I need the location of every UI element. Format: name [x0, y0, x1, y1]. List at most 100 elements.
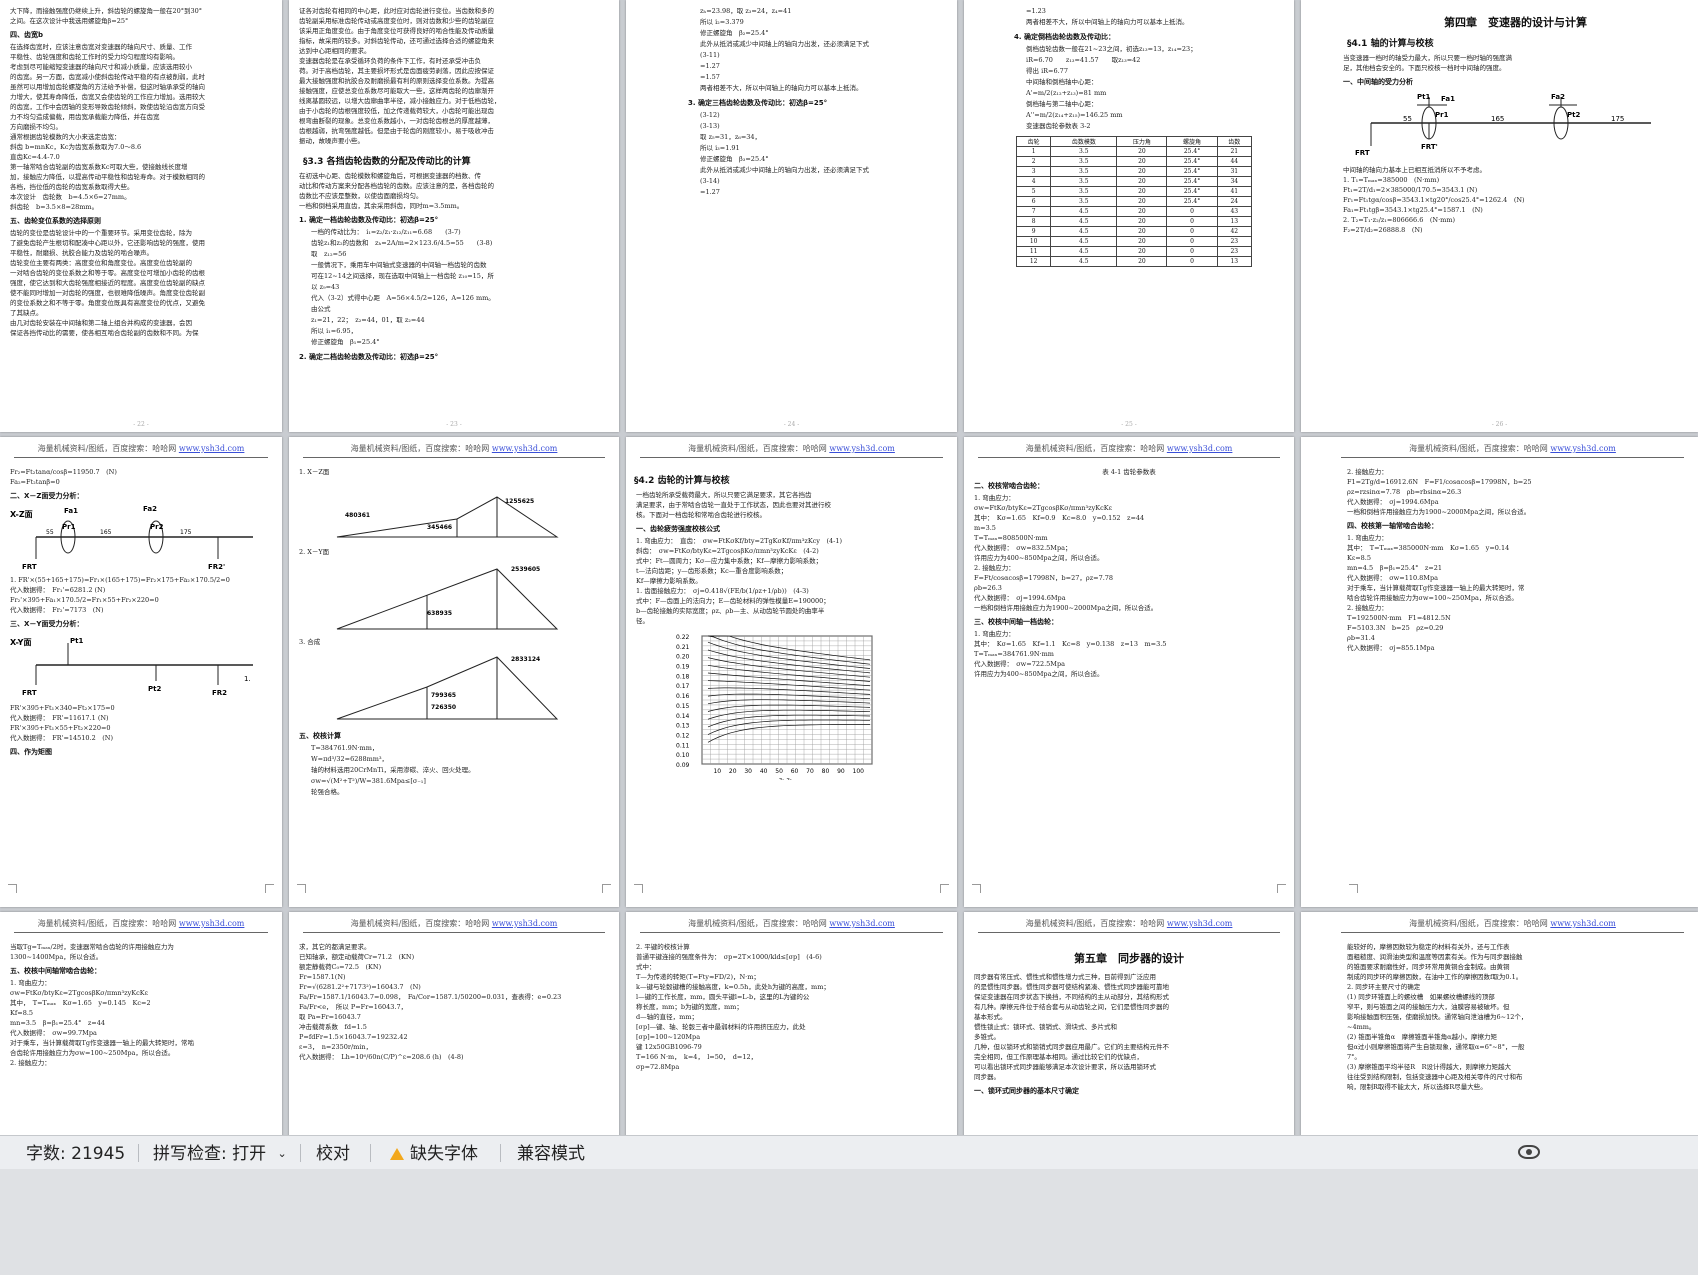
compat-mode-button[interactable]: 兼容模式 — [517, 1143, 585, 1165]
page-watermark: 海量机械资料/图纸，百度搜索：哈哈网 www.ysh3d.com — [640, 912, 943, 933]
text-line: 二、校核常啮合齿轮： — [974, 482, 1044, 490]
text-line: Ft₁=2T/d₁=2×385000/170.5=3543.1 (N) — [1343, 186, 1478, 194]
page-text: 五、校核计算 T=384761.9N·mm， W=πd³/32=6288mm³， 轴的… — [297, 731, 611, 798]
text-line: 根弯曲断裂的现象。总变位系数越小，一对齿轮齿根总的厚度越薄， — [299, 117, 494, 125]
text-line: 取 Pa=Fr=16043.7 — [299, 1013, 361, 1021]
table-cell: 3.5 — [1050, 146, 1118, 157]
text-line: 修正螺旋角 β₂=25.4° — [700, 29, 769, 37]
document-page-13[interactable]: 海量机械资料/图纸，百度搜索：哈哈网 www.ysh3d.com 2. 平键的校… — [626, 912, 957, 1142]
text-line: 制成的同步环的摩擦因数，在油中工作的摩擦因数f取为0.1。 — [1347, 973, 1523, 981]
text-line: T=192500N·mm F1=4812.5N — [1347, 614, 1451, 622]
word-count-button[interactable]: 字数: 21945 — [26, 1143, 125, 1165]
item-heading: 1. 确定一档齿轮齿数及传动比：初选β=25° — [299, 216, 439, 224]
document-page-9[interactable]: 海量机械资料/图纸，百度搜索：哈哈网 www.ysh3d.com 表 4-1 齿… — [964, 437, 1294, 907]
diagram-label: Pt1 — [70, 637, 83, 645]
text-line: 同步器。 — [974, 1073, 1000, 1081]
document-page-14[interactable]: 海量机械资料/图纸，百度搜索：哈哈网 www.ysh3d.com 第五章 同步器… — [964, 912, 1294, 1142]
page-text: 中间轴的轴向力基本上已相互抵消所以不予考虑。 1. T₁=Tₘₐₓ=385000 … — [1341, 165, 1690, 235]
table-cell: 2 — [1015, 156, 1052, 167]
x-tick-label: 40 — [760, 768, 768, 775]
text-line: 一档和倒档采用直齿，其余采用斜齿，同时m=3.5mm。 — [299, 202, 464, 210]
table-cell: 34 — [1216, 176, 1253, 187]
table-cell: 43 — [1216, 206, 1253, 217]
text-line: z₁=21，22； z₂=44，01，取 z₂=44 — [311, 316, 425, 324]
page-text: zₕ=23.98，取 z₃=24，z₄=41 所以 i₂=3.379 修正螺旋角 β… — [686, 6, 949, 426]
text-line: 代入数据得： Fr₁'=6281.2 (N) — [10, 586, 106, 594]
text-line: (3-12) — [700, 111, 720, 119]
text-line: 一档的传动比为： i₁=z₂/z₁·z₁₂/z₁₁=6.68 (3-7) — [311, 228, 461, 236]
table-cell: 13 — [1216, 216, 1253, 227]
x-tick-label: 20 — [729, 768, 737, 775]
document-page-grid: 大下降，而接触强度仍继续上升，斜齿轮的螺旋角一般在20°到30° 之间。在这次设计… — [0, 0, 1698, 1255]
text-line: 有几种。摩擦元件位于结合套与从动齿轮之间，它们是惯性同步器的 — [974, 1003, 1169, 1011]
moment-value: 2833124 — [511, 656, 540, 663]
document-page-6[interactable]: 海量机械资料/图纸，百度搜索：哈哈网 www.ysh3d.com Fr₂=Ft₂… — [0, 437, 282, 907]
proofread-button[interactable]: 校对 — [316, 1143, 350, 1165]
table-cell: 4.5 — [1050, 216, 1118, 227]
text-line: 一档齿轮所承受载荷最大，所以只要它满足要求，其它各挡齿 — [636, 491, 812, 499]
text-line: 的变位系数之和不等于零。角度变位既具有高度变位的优点，又避免 — [10, 299, 205, 307]
xz-moment-diagram: 480361 345466 1255625 — [336, 496, 559, 538]
table-cell: 13 — [1216, 256, 1253, 267]
text-line: W=πd³/32=6288mm³， — [311, 755, 389, 763]
table-row: 12 4.5 20 0 13 — [1015, 256, 1253, 267]
text-line: 2. 同步环主要尺寸的确定 — [1347, 983, 1421, 991]
form-factor-curve — [707, 693, 871, 700]
section-heading: §4.1 轴的计算与校核 — [1347, 39, 1434, 49]
text-line: 一、锁环式同步器的基本尺寸确定 — [974, 1087, 1079, 1095]
page-watermark: 海量机械资料/图纸，百度搜索：哈哈网 www.ysh3d.com — [978, 912, 1280, 933]
text-line: 第一轴常啮合齿轮副的齿宽系数Kc可取大些，使接触线长度增 — [10, 163, 188, 171]
text-line: 1. 弯曲应力： — [974, 630, 1015, 638]
text-line: d—轴的直径，mm； — [636, 1013, 698, 1021]
text-line: b—齿轮接触的实际宽度；ρz、ρb—主、从动齿轮节圆处的曲率半 — [636, 607, 825, 615]
text-line: 已知轴承，额定动载荷Cr=71.2 (KN) — [299, 953, 415, 961]
chapter-title: 第五章 同步器的设计 — [1074, 952, 1184, 965]
text-line: 当变速器一档时的轴受力最大，所以只要一档时轴的强度满 — [1343, 54, 1512, 62]
document-page-7[interactable]: 海量机械资料/图纸，百度搜索：哈哈网 www.ysh3d.com 1. X－Z面… — [289, 437, 619, 907]
text-line: 的锥面要求耐磨性好，同步环常用黄铜合金制成。由黄铜 — [1347, 963, 1510, 971]
eye-icon[interactable] — [1518, 1145, 1540, 1159]
document-page-10[interactable]: 海量机械资料/图纸，百度搜索：哈哈网 www.ysh3d.com 2. 接触应力… — [1301, 437, 1698, 907]
text-line: 斜齿： σw=FtKσ/btyKε=2TgcosβKσ/πmn³zyKcKε (… — [636, 547, 819, 555]
text-line: 代入数据得： Fr₂'=7173 (N) — [10, 606, 104, 614]
text-line: T=Tₘₐₓ=384761.9N·mm — [974, 650, 1054, 658]
text-line: 其中： Kσ=1.65 Kf=1.1 Kc=8 y=0.138 z=13 m=3… — [974, 640, 1167, 648]
document-page-5[interactable]: 第四章 变速器的设计与计算 §4.1 轴的计算与校核 当变速器一档时的轴受力最大… — [1301, 0, 1698, 432]
text-line: Fr₂'×395+Fa₁×170.5/2=Fr₁×55+Fr₂×220=0 — [10, 596, 159, 604]
text-line: Fr=√(6281.2²+7173²)=16043.7 (N) — [299, 983, 421, 991]
y-tick-label: 0.19 — [676, 664, 690, 671]
document-page-3[interactable]: zₕ=23.98，取 z₃=24，z₄=41 所以 i₂=3.379 修正螺旋角 β… — [626, 0, 957, 432]
text-line: 四、校核第一轴常啮合齿轮： — [1347, 522, 1438, 530]
text-line: 满足要求，由于常啮合齿轮一直处于工作状态，因此也要对其进行校 — [636, 501, 831, 509]
text-line: 代入数据得： σj=1994.6Mpa — [1347, 498, 1439, 506]
document-page-1[interactable]: 大下降，而接触强度仍继续上升，斜齿轮的螺旋角一般在20°到30° 之间。在这次设计… — [0, 0, 282, 432]
text-line: (3-11) — [700, 51, 720, 59]
table-cell: 0 — [1166, 216, 1218, 227]
text-line: 此外从抵消或减少中间轴上的轴向力出发，还必须满足下式 — [700, 40, 869, 48]
spell-check-button[interactable]: 拼写检查: 打开 ⌄ — [153, 1143, 287, 1165]
text-line: 式中： — [636, 963, 656, 971]
table-row: 2 3.5 20 25.4° 44 — [1015, 156, 1253, 167]
item-heading: 2. 确定二档齿轮齿数及传动比：初选β=25° — [299, 353, 439, 361]
text-line: FR'×395+Ft₁×55+Ft₂×220=0 — [10, 724, 111, 732]
table-header-cell: 螺旋角 — [1166, 136, 1218, 147]
text-line: 对于乘车，当计算载荷取Tg作变速器一轴上的最大转矩时，常啮 — [10, 1039, 194, 1047]
document-page-15[interactable]: 海量机械资料/图纸，百度搜索：哈哈网 www.ysh3d.com 能较好的，摩擦… — [1301, 912, 1698, 1142]
document-page-11[interactable]: 海量机械资料/图纸，百度搜索：哈哈网 www.ysh3d.com 当取Tg=Tₘ… — [0, 912, 282, 1142]
missing-fonts-button[interactable]: 缺失字体 — [390, 1143, 478, 1165]
table-cell: 3.5 — [1050, 176, 1118, 187]
document-page-4[interactable]: =1.23 两者相差不大，所以中间轴上的轴向力可以基本上抵消。 4. 确定倒档齿轮齿… — [964, 0, 1294, 432]
document-page-2[interactable]: 证各对齿轮有相同的中心距，此时应对齿轮进行变位。当齿数和多的 齿轮副采用标准齿轮传… — [289, 0, 619, 432]
text-line: Kf=8.5 — [10, 1009, 34, 1017]
text-line: 可在12~14之间选择，现在选取中间轴上一档齿轮 z₁₀=15，所 — [311, 272, 494, 280]
text-line: 力增大，使其寿命降低，齿宽又会使齿轮的工作应力增加。选用较大 — [10, 93, 205, 101]
text-line: 7°。 — [1347, 1053, 1361, 1061]
text-line: 齿根越弱，抗弯强度越低。但是由于轮齿的刚度较小，易于吸收冲击 — [299, 127, 494, 135]
document-page-8[interactable]: 海量机械资料/图纸，百度搜索：哈哈网 www.ysh3d.com §4.2 齿轮… — [626, 437, 957, 907]
diagram-caption: 2. X－Y面 — [299, 548, 330, 556]
text-line: ε=3， n=2350r/min， — [299, 1043, 373, 1051]
document-page-12[interactable]: 海量机械资料/图纸，百度搜索：哈哈网 www.ysh3d.com 求，其它的都满… — [289, 912, 619, 1142]
diagram-label: 175 — [1611, 115, 1624, 123]
text-line: T=Tₘₐₓ=808500N·mm — [974, 534, 1048, 542]
text-line: 斜齿 b=mnKc，Kc为齿宽系数取为7.0～8.6 — [10, 143, 142, 151]
